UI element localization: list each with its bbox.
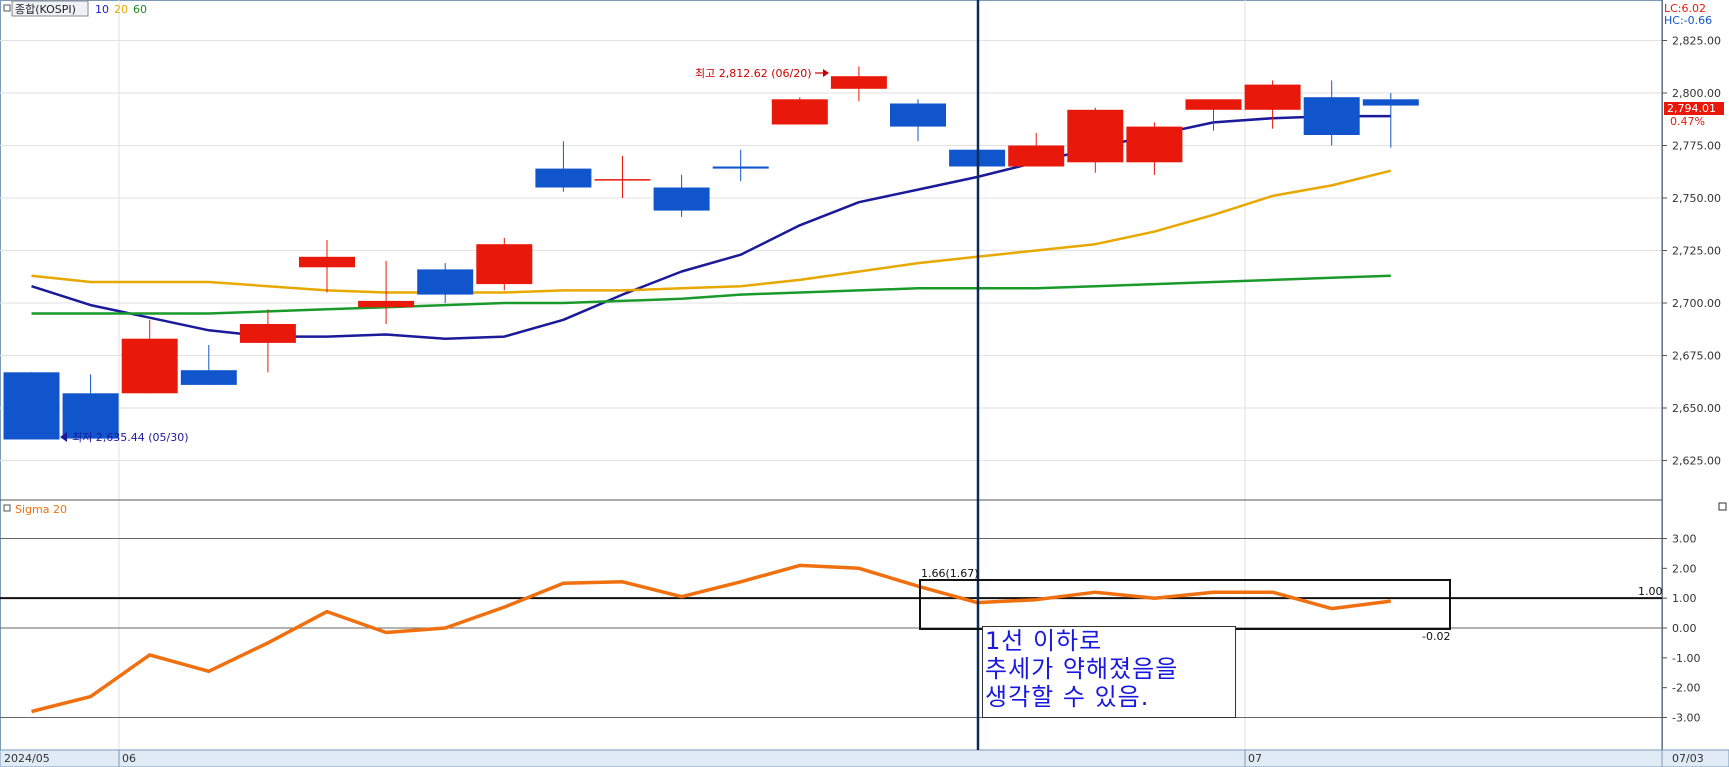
sigma-tick-label: -1.00 [1672,652,1700,665]
candle-body [299,256,355,268]
price-axis-ticks: 2,625.00 2,650.00 2,675.00 2,700.00 2,725.00… [1662,35,1721,468]
sigma-line-label: 1.00 [1638,585,1663,598]
change-pct-label: 0.47% [1670,115,1705,128]
candle-body [1303,97,1360,135]
sigma-tick-label: 2.00 [1672,562,1697,575]
candle-body [712,166,769,169]
ma-label-20: 20 [114,3,128,16]
low-annotation: 최저 2,635.44 (05/30) [72,431,189,444]
header-icon [3,4,11,12]
ma-label-60: 60 [133,3,147,16]
hc-label: HC:-0.66 [1664,14,1712,27]
price-tick-label: 2,825.00 [1672,35,1721,48]
candle [771,97,828,125]
kospi-chart: 2,625.00 2,650.00 2,675.00 2,700.00 2,725.00… [0,0,1729,767]
candle-body [1362,99,1419,106]
symbol-label: 종합(KOSPI) [15,3,76,16]
candle-body [1008,145,1065,167]
price-tick-label: 2,675.00 [1672,350,1721,363]
sigma-tick-label: 0.00 [1672,622,1697,635]
current-price-label: 2,794.01 [1667,102,1716,115]
candle-body [239,324,296,343]
candle-body [653,187,710,211]
price-tick-label: 2,750.00 [1672,192,1721,205]
annotation-line-1: 1선 이하로 [985,627,1103,655]
candle-body [417,269,474,295]
candle-body [3,372,60,440]
candle-body [890,103,946,127]
panel-collapse-icon[interactable] [1718,502,1727,511]
candle [476,237,533,291]
sigma-tick-label: 3.00 [1672,533,1697,546]
candle-body [1185,99,1242,110]
sigma-marker-value: 1.66(1.67) [921,567,979,580]
candle-body [771,99,828,125]
date-label-june: 06 [122,752,136,765]
annotation-box: 1선 이하로 추세가 약해졌음을 생각할 수 있음. [982,626,1236,718]
price-tick-label: 2,725.00 [1672,245,1721,258]
sigma-axis-ticks: -3.00 -2.00 -1.00 0.00 1.00 2.00 3.00 [1662,533,1700,725]
candle-body [476,244,533,285]
sigma-last-value: -0.02 [1422,630,1450,643]
price-tick-label: 2,625.00 [1672,455,1721,468]
candle-body [535,168,592,188]
annotation-line-3: 생각할 수 있음. [985,683,1150,711]
candle-body [121,338,178,394]
candle [3,372,60,440]
sigma-header-icon [3,504,11,512]
price-tick-label: 2,700.00 [1672,297,1721,310]
sigma-tick-label: -3.00 [1672,712,1700,725]
price-tick-label: 2,650.00 [1672,402,1721,415]
sigma-title: Sigma 20 [15,503,67,516]
candle-body [1067,109,1124,163]
candle-body [1126,126,1183,163]
date-label-end: 07/03 [1672,752,1704,765]
date-label-start: 2024/05 [4,752,50,765]
candle-body [594,179,651,181]
candle-body [358,300,415,308]
candle-body [180,370,237,385]
date-label-july: 07 [1248,752,1262,765]
candle-body [830,76,887,89]
candle-body [1244,84,1301,110]
date-axis-bar [0,749,1729,767]
high-annotation: 최고 2,812.62 (06/20) [695,67,812,80]
price-tick-label: 2,775.00 [1672,140,1721,153]
annotation-line-2: 추세가 약해졌음을 [985,655,1179,683]
price-tick-label: 2,800.00 [1672,87,1721,100]
sigma-tick-label: -2.00 [1672,682,1700,695]
ma-label-10: 10 [95,3,109,16]
sigma-tick-label: 1.00 [1672,592,1697,605]
